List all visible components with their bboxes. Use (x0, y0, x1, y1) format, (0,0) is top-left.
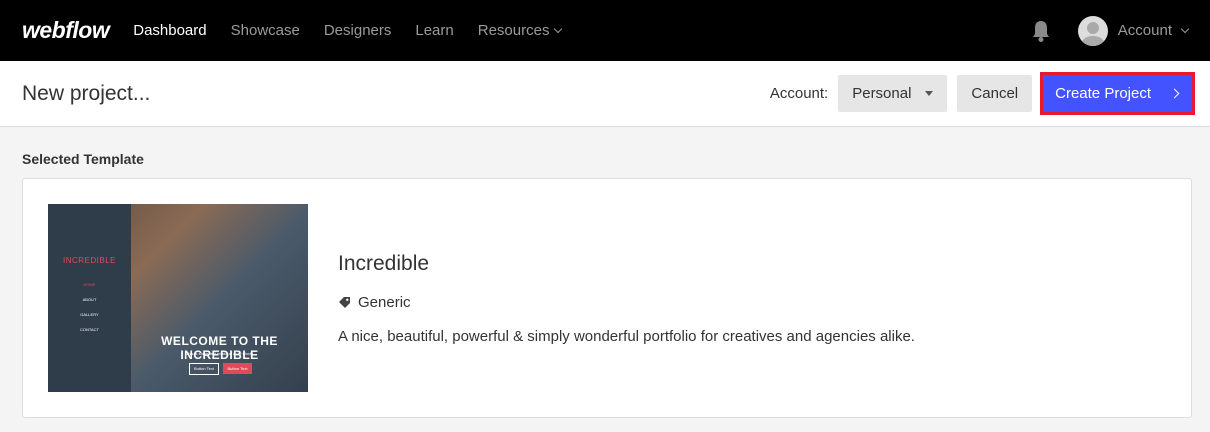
account-label: Account: (769, 85, 829, 102)
nav-link-resources[interactable]: Resources (477, 22, 563, 39)
nav-link-learn[interactable]: Learn (415, 22, 453, 39)
thumb-button-2: Button Text (223, 363, 252, 374)
chevron-down-icon (554, 24, 563, 34)
template-thumbnail: INCREDIBLE HOME ABOUT GALLERY CONTACT WE… (48, 204, 308, 392)
create-project-label: Create Project (1055, 85, 1151, 102)
caret-down-icon (925, 91, 934, 96)
template-tag-label: Generic (358, 294, 411, 311)
account-menu-label: Account (1117, 22, 1172, 39)
tag-icon (339, 297, 350, 308)
create-project-highlight: Create Project (1040, 72, 1195, 115)
create-project-button[interactable]: Create Project (1043, 75, 1192, 112)
thumb-menu-item: GALLERY (80, 312, 99, 317)
template-tag: Generic (338, 294, 411, 311)
section-label: Selected Template (22, 151, 144, 167)
thumb-menu-item: HOME (83, 282, 96, 287)
template-name: Incredible (338, 252, 430, 275)
thumb-menu-item: CONTACT (79, 327, 100, 332)
thumb-brand: INCREDIBLE (62, 256, 116, 265)
thumb-subtext: This is some text inside of a div block. (185, 351, 254, 356)
thumb-menu-item: ABOUT (82, 297, 97, 302)
nav-link-showcase[interactable]: Showcase (231, 22, 300, 39)
chevron-down-icon (1180, 24, 1190, 34)
nav-link-designers[interactable]: Designers (324, 22, 392, 39)
account-select[interactable]: Personal (838, 75, 948, 112)
header-actions: Account: Personal Cancel Create Project (770, 72, 1195, 115)
chevron-right-icon (1169, 88, 1180, 99)
bell-icon[interactable] (1030, 19, 1052, 43)
project-header: New project... Account: Personal Cancel … (0, 61, 1210, 127)
thumb-button-1: Button Text (189, 363, 219, 375)
avatar-icon[interactable] (1077, 15, 1108, 46)
template-card: INCREDIBLE HOME ABOUT GALLERY CONTACT WE… (22, 178, 1192, 418)
account-menu[interactable]: Account (1117, 22, 1190, 39)
nav-link-resources-label: Resources (477, 22, 550, 39)
nav-link-dashboard[interactable]: Dashboard (133, 22, 206, 39)
top-navigation: webflow Dashboard Showcase Designers Lea… (0, 0, 1210, 61)
template-description: A nice, beautiful, powerful & simply won… (338, 328, 915, 345)
webflow-logo[interactable]: webflow (22, 17, 110, 44)
page-title: New project... (22, 81, 151, 105)
cancel-button[interactable]: Cancel (957, 75, 1033, 112)
account-select-value: Personal (852, 85, 912, 102)
nav-right-group: Account (1030, 15, 1190, 46)
thumb-headline: WELCOME TO THE INCREDIBLE (161, 334, 278, 362)
